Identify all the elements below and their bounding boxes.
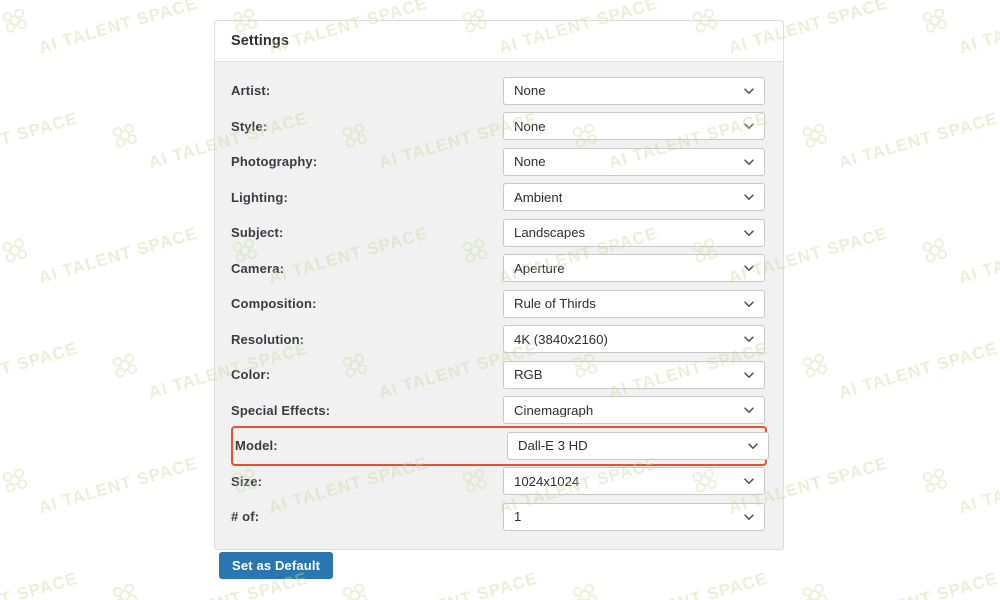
settings-row-lighting: Lighting: Ambient xyxy=(231,180,765,216)
chevron-down-icon xyxy=(747,440,759,452)
select-size[interactable]: 1024x1024 xyxy=(503,467,765,496)
watermark-logo-icon xyxy=(797,349,833,382)
label-camera: Camera: xyxy=(231,260,285,276)
watermark-logo-icon xyxy=(0,234,33,267)
watermark-logo-icon xyxy=(917,464,953,497)
watermark-text: AI TALENT SPACE xyxy=(0,569,80,600)
select-lighting[interactable]: Ambient xyxy=(503,183,765,212)
settings-row-model: Model: Dall-E 3 HD xyxy=(231,426,769,466)
select-value-style: None xyxy=(514,119,546,133)
select-subject[interactable]: Landscapes xyxy=(503,218,765,247)
settings-row-camera: Camera: Aperture xyxy=(231,251,765,287)
select-value-color: RGB xyxy=(514,368,543,382)
select-value-size: 1024x1024 xyxy=(514,474,580,488)
watermark-text: AI TALENT SPACE xyxy=(836,338,1000,403)
watermark-text: AI TALENT SPACE xyxy=(36,223,200,288)
select-photography[interactable]: None xyxy=(503,147,765,176)
label-artist: Artist: xyxy=(231,83,271,99)
page-title: Settings xyxy=(231,33,289,49)
chevron-down-icon xyxy=(743,369,755,381)
watermark-logo-icon xyxy=(0,464,33,497)
label-number-of: # of: xyxy=(231,509,260,525)
chevron-down-icon xyxy=(743,85,755,97)
settings-row-subject: Subject: Landscapes xyxy=(231,215,765,251)
select-value-resolution: 4K (3840x2160) xyxy=(514,332,608,346)
select-special-effects[interactable]: Cinemagraph xyxy=(503,396,765,425)
chevron-down-icon xyxy=(743,156,755,168)
watermark-text: AI TALENT SPACE xyxy=(956,0,1000,58)
select-model[interactable]: Dall-E 3 HD xyxy=(507,431,769,460)
settings-panel: Settings Artist: None Style: None Photograph… xyxy=(214,20,784,550)
label-composition: Composition: xyxy=(231,296,317,312)
watermark-text: AI TALENT SPACE xyxy=(956,224,1000,288)
watermark-logo-icon xyxy=(917,4,953,37)
select-camera[interactable]: Aperture xyxy=(503,254,765,283)
watermark-text: AI TALENT SPACE xyxy=(836,569,1000,600)
settings-row-resolution: Resolution: 4K (3840x2160) xyxy=(231,322,765,358)
label-resolution: Resolution: xyxy=(231,331,305,347)
label-model: Model: xyxy=(235,438,278,454)
watermark-logo-icon xyxy=(107,349,143,382)
select-value-special-effects: Cinemagraph xyxy=(514,403,594,417)
label-color: Color: xyxy=(231,367,271,383)
label-style: Style: xyxy=(231,118,268,134)
watermark-logo-icon xyxy=(107,119,143,152)
label-subject: Subject: xyxy=(231,225,284,241)
watermark-text: AI TALENT SPACE xyxy=(0,108,80,173)
settings-row-artist: Artist: None xyxy=(231,73,765,109)
select-composition[interactable]: Rule of Thirds xyxy=(503,289,765,318)
watermark-logo-icon xyxy=(797,119,833,152)
chevron-down-icon xyxy=(743,227,755,239)
select-value-number-of: 1 xyxy=(514,510,522,524)
settings-row-photography: Photography: None xyxy=(231,144,765,180)
settings-row-number-of: # of: 1 xyxy=(231,499,765,535)
select-resolution[interactable]: 4K (3840x2160) xyxy=(503,325,765,354)
select-style[interactable]: None xyxy=(503,112,765,141)
watermark-logo-icon xyxy=(107,579,143,600)
label-photography: Photography: xyxy=(231,154,318,170)
select-value-photography: None xyxy=(514,155,546,169)
watermark-text: AI TALENT SPACE xyxy=(0,338,80,403)
label-size: Size: xyxy=(231,473,263,489)
chevron-down-icon xyxy=(743,191,755,203)
select-artist[interactable]: None xyxy=(503,76,765,105)
select-value-camera: Aperture xyxy=(514,261,565,275)
chevron-down-icon xyxy=(743,404,755,416)
select-value-subject: Landscapes xyxy=(514,226,586,240)
select-number-of[interactable]: 1 xyxy=(503,502,765,531)
chevron-down-icon xyxy=(743,333,755,345)
settings-row-composition: Composition: Rule of Thirds xyxy=(231,286,765,322)
watermark-logo-icon xyxy=(797,579,833,600)
watermark-text: AI TALENT SPACE xyxy=(36,453,200,518)
panel-header: Settings xyxy=(215,21,783,62)
watermark-logo-icon xyxy=(0,4,33,37)
select-value-artist: None xyxy=(514,84,546,98)
settings-row-color: Color: RGB xyxy=(231,357,765,393)
chevron-down-icon xyxy=(743,511,755,523)
select-value-composition: Rule of Thirds xyxy=(514,297,596,311)
chevron-down-icon xyxy=(743,298,755,310)
select-color[interactable]: RGB xyxy=(503,360,765,389)
select-value-model: Dall-E 3 HD xyxy=(518,439,588,453)
settings-row-special-effects: Special Effects: Cinemagraph xyxy=(231,393,765,429)
label-special-effects: Special Effects: xyxy=(231,402,331,418)
chevron-down-icon xyxy=(743,120,755,132)
set-as-default-button[interactable]: Set as Default xyxy=(219,552,334,579)
watermark-text: AI TALENT SPACE xyxy=(956,454,1000,518)
watermark-text: AI TALENT SPACE xyxy=(836,108,1000,173)
settings-form: Artist: None Style: None Photography: None Lig… xyxy=(215,62,783,549)
select-value-lighting: Ambient xyxy=(514,190,563,204)
chevron-down-icon xyxy=(743,262,755,274)
label-lighting: Lighting: xyxy=(231,189,288,205)
settings-row-style: Style: None xyxy=(231,109,765,145)
chevron-down-icon xyxy=(743,475,755,487)
settings-row-size: Size: 1024x1024 xyxy=(231,464,765,500)
watermark-text: AI TALENT SPACE xyxy=(36,0,200,58)
watermark-logo-icon xyxy=(917,234,953,267)
